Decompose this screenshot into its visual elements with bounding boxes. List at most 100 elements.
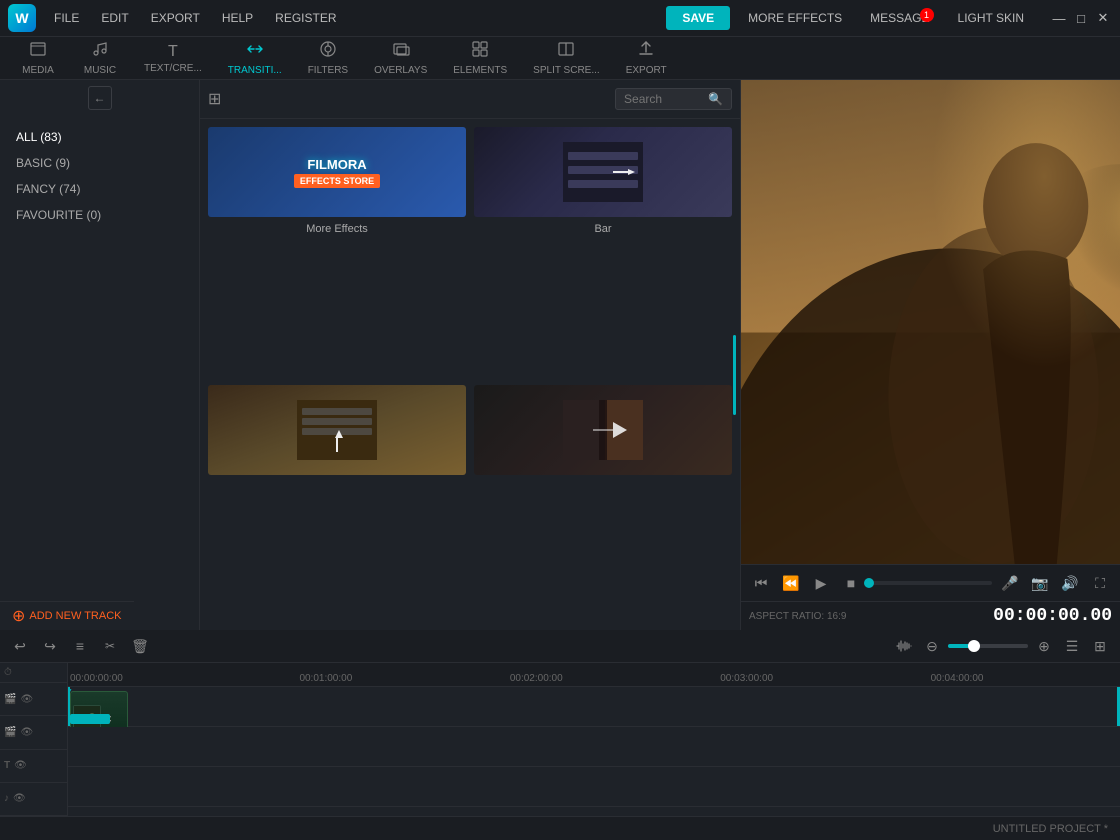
track-video-eye[interactable]: 👁 [20,694,33,705]
export-label: EXPORT [626,65,667,76]
thumbnail-4[interactable] [474,385,732,623]
playhead [68,687,70,726]
tool-elements[interactable]: ELEMENTS [441,36,519,80]
text-label: TEXT/CRE... [144,63,202,74]
tool-music[interactable]: MUSIC [70,36,130,80]
audio-track-row [68,807,1120,816]
time-mark-2: 00:02:00:00 [510,673,563,684]
menu-help[interactable]: HELP [212,7,263,29]
thumbnails-grid: FILMORA EFFECTS STORE More Effects [200,119,740,630]
category-all[interactable]: ALL (83) [0,124,199,150]
volume-button[interactable]: 🔊 [1058,571,1082,595]
cut-button[interactable]: ✂ [98,634,122,658]
search-input[interactable] [624,92,704,106]
left-panel: ← ALL (83) BASIC (9) FANCY (74) FAVOURIT… [0,80,200,630]
tool-filters[interactable]: FILTERS [296,36,360,80]
filters-icon [319,40,337,63]
progress-bar[interactable] [869,581,992,585]
thumbnail-3[interactable] [208,385,466,623]
video-track-row: C [68,687,1120,727]
music-icon [91,40,109,63]
track-fx-eye[interactable]: 👁 [20,727,33,738]
time-mark-0: 00:00:00:00 [70,673,123,684]
redo-button[interactable]: ↪ [38,634,62,658]
scroll-indicator [733,335,736,415]
music-label: MUSIC [84,65,116,76]
grid-view-button[interactable]: ⊞ [208,89,221,109]
main-area: ← ALL (83) BASIC (9) FANCY (74) FAVOURIT… [0,80,1120,630]
back-button[interactable]: ← [88,86,112,110]
tool-export[interactable]: EXPORT [614,36,679,80]
preview-panel: ⏮ ⏪ ▶ ■ 🎤 📷 🔊 ⛶ ASPECT RATIO: 16:9 00:00… [740,80,1120,630]
tool-media[interactable]: MEDIA [8,36,68,80]
track-label-video: 🎬 👁 [0,683,67,716]
tool-transitions[interactable]: TRANSITI... [216,36,294,80]
text-track-row [68,767,1120,807]
audio-waveform-button[interactable] [892,634,916,658]
window-controls: — □ ✕ [1050,9,1112,27]
tool-overlays[interactable]: OVERLAYS [362,36,439,80]
add-track-label: ADD NEW TRACK [29,610,121,622]
topbar: W FILE EDIT EXPORT HELP REGISTER SAVE MO… [0,0,1120,36]
delete-button[interactable]: 🗑 [128,634,152,658]
thumbnail-label-2 [208,479,466,483]
aspect-ratio: ASPECT RATIO: 16:9 [749,611,846,622]
track-label-audio: ♪ 👁 [0,783,67,816]
close-button[interactable]: ✕ [1094,9,1112,27]
tracks-area: C [68,687,1120,816]
zoom-in-button[interactable]: ⊕ [1032,634,1056,658]
tool-text[interactable]: T TEXT/CRE... [132,39,214,78]
align-button[interactable]: ≡ [68,634,92,658]
track-fx-icon: 🎬 [4,727,16,738]
search-box[interactable]: 🔍 [615,88,732,110]
fullscreen-button[interactable]: ⛶ [1088,571,1112,595]
thumbnail-image-filmora: FILMORA EFFECTS STORE [208,127,466,217]
thumbnail-bar[interactable]: Bar [474,127,732,377]
track-audio-eye[interactable]: 👁 [13,793,26,804]
mic-button[interactable]: 🎤 [998,571,1022,595]
zoom-out-button[interactable]: ⊖ [920,634,944,658]
track-label-fx: 🎬 👁 [0,716,67,749]
overlay-track-row [68,727,1120,767]
app-logo: W [8,4,36,32]
thumbnail-more-effects[interactable]: FILMORA EFFECTS STORE More Effects [208,127,466,377]
step-back-button[interactable]: ⏪ [779,571,803,595]
add-track-icon: ⊕ [12,606,25,626]
more-effects-button[interactable]: MORE EFFECTS [738,6,852,30]
timeline-grid-button[interactable]: ⊞ [1088,634,1112,658]
category-favourite[interactable]: FAVOURITE (0) [0,202,199,228]
overlays-icon [392,40,410,63]
message-badge: 1 [920,8,934,22]
track-text-icon: T [4,760,10,771]
menu-edit[interactable]: EDIT [91,7,138,29]
save-button[interactable]: SAVE [666,6,730,30]
timeline-options-button[interactable]: ☰ [1060,634,1084,658]
menu-file[interactable]: FILE [44,7,89,29]
zoom-slider[interactable] [948,644,1028,648]
timeline-toolbar: ↩ ↪ ≡ ✂ 🗑 ⊖ ⊕ ☰ ⊞ [0,630,1120,663]
maximize-button[interactable]: □ [1072,9,1090,27]
go-to-start-button[interactable]: ⏮ [749,571,773,595]
play-button[interactable]: ▶ [809,571,833,595]
menu-export[interactable]: EXPORT [141,7,210,29]
snapshot-button[interactable]: 📷 [1028,571,1052,595]
filters-label: FILTERS [308,65,348,76]
undo-button[interactable]: ↩ [8,634,32,658]
thumbnail-label-1: Bar [474,221,732,237]
timeline-content: ⏱ 🎬 👁 🎬 👁 T 👁 ♪ 👁 00:00:00:00 [0,663,1120,816]
category-fancy[interactable]: FANCY (74) [0,176,199,202]
stop-button[interactable]: ■ [839,571,863,595]
track-video-icon: 🎬 [4,694,16,705]
message-button[interactable]: MESSAGE 1 [860,6,939,30]
preview-info: ASPECT RATIO: 16:9 00:00:00.00 [741,601,1120,630]
add-track-button[interactable]: ⊕ ADD NEW TRACK [0,601,134,630]
tool-splitscreen[interactable]: SPLIT SCRE... [521,36,612,80]
menu-register[interactable]: REGISTER [265,7,346,29]
track-text-eye[interactable]: 👁 [14,760,27,771]
light-skin-button[interactable]: LIGHT SKIN [948,6,1034,30]
splitscreen-icon [557,40,575,63]
export-icon [637,40,655,63]
text-icon: T [168,43,178,61]
minimize-button[interactable]: — [1050,9,1068,27]
category-basic[interactable]: BASIC (9) [0,150,199,176]
